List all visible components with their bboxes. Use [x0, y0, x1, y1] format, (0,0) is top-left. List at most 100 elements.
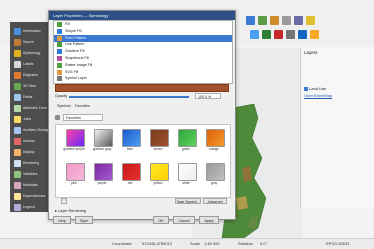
dropdown-option[interactable]: Symbol Layer	[54, 75, 232, 82]
crs-label[interactable]: EPSG:32633	[326, 241, 349, 246]
help-button[interactable]: Help	[53, 216, 71, 224]
color-ramp-label: gradient purple	[63, 147, 85, 151]
ok-button[interactable]: OK	[153, 216, 169, 224]
color-ramp-swatch[interactable]	[94, 129, 113, 147]
refresh-icon[interactable]	[250, 30, 259, 39]
color-ramp-swatch[interactable]	[66, 129, 85, 147]
option-label: Point Pattern	[65, 35, 86, 40]
select-icon[interactable]	[306, 16, 315, 25]
cancel-button[interactable]: Cancel	[173, 216, 195, 224]
sidebar-item-icon	[14, 83, 21, 90]
symbol-tabs: Symbols Favorites	[55, 103, 229, 110]
filter-row: Favorites	[55, 114, 229, 122]
sidebar-item[interactable]: Attributes Form	[14, 103, 47, 114]
sidebar-item[interactable]: Labels	[14, 59, 46, 70]
tab-favorites[interactable]: Favorites	[73, 103, 92, 109]
sidebar-item-label: Attributes Form	[23, 106, 47, 110]
sidebar-item-label: Auxiliary Storage	[23, 128, 50, 132]
layer-item-land-use[interactable]: Land Use	[304, 86, 326, 91]
option-swatch-icon	[57, 35, 62, 41]
identify-icon[interactable]	[282, 16, 291, 25]
layer-checkbox-icon[interactable]	[304, 86, 308, 91]
sidebar-item-label: Diagrams	[23, 73, 38, 77]
add-layer-icon[interactable]	[262, 30, 271, 39]
option-swatch-icon	[57, 49, 62, 55]
option-label: Fill	[65, 22, 70, 26]
color-ramp-swatch[interactable]	[150, 129, 169, 147]
print-icon[interactable]	[310, 30, 319, 39]
tab-symbols[interactable]: Symbols	[55, 103, 73, 109]
sidebar-item-icon	[14, 182, 21, 189]
sidebar-item[interactable]: Auxiliary Storage	[14, 125, 50, 136]
opacity-spinbox[interactable]: 100.0 %	[195, 93, 221, 99]
color-ramp-swatch[interactable]	[178, 163, 197, 181]
sidebar-item[interactable]: Metadata	[14, 180, 46, 191]
color-ramp-swatch[interactable]	[150, 163, 169, 181]
sidebar-item-label: Actions	[23, 139, 35, 143]
option-swatch-icon	[57, 56, 62, 61]
sidebar-item[interactable]: Diagrams	[14, 70, 46, 81]
zoom-out-icon[interactable]	[270, 16, 279, 25]
sidebar-item[interactable]: Dependencies	[14, 191, 46, 202]
color-ramp-swatch[interactable]	[122, 163, 141, 181]
option-label: Raster Image Fill	[65, 62, 93, 67]
color-ramp-swatch[interactable]	[206, 163, 225, 181]
sidebar-item[interactable]: Rendering	[14, 158, 46, 169]
coordinate-value[interactable]: 512345,4789012	[142, 241, 172, 246]
option-swatch-icon	[57, 42, 62, 48]
scale-label: Scale	[190, 241, 201, 246]
settings-icon[interactable]	[286, 30, 295, 39]
sidebar-item-icon	[14, 149, 21, 156]
coordinate-label: Coordinate	[112, 241, 132, 246]
sidebar-item-icon	[14, 171, 21, 178]
sidebar-item[interactable]: Legend	[14, 202, 46, 213]
apply-button[interactable]: Apply	[199, 216, 219, 224]
sidebar-item-label: Labels	[23, 62, 34, 66]
status-bar: Coordinate 512345,4789012 Scale 1:45 000…	[0, 238, 374, 249]
sidebar-item-icon	[14, 204, 21, 211]
measure-icon[interactable]	[294, 16, 303, 25]
sidebar-item[interactable]: Symbology	[14, 48, 46, 59]
sidebar-item-icon	[14, 116, 21, 123]
advanced-button[interactable]: Advanced	[203, 198, 227, 204]
style-button[interactable]: Style	[75, 216, 93, 224]
scale-value[interactable]: 1:45 000	[204, 241, 220, 246]
grid-settings-icon[interactable]	[61, 198, 67, 204]
symbol-layer-type-dropdown[interactable]: Fill Simple Fill Point Pattern Line Pattern…	[53, 20, 233, 84]
favorites-filter[interactable]: Favorites	[63, 114, 103, 121]
sidebar-item-icon	[14, 39, 21, 46]
sidebar-item-icon	[14, 61, 21, 68]
sidebar-item[interactable]: Source	[14, 37, 46, 48]
sidebar-item-label: Variables	[23, 172, 38, 176]
sidebar-item[interactable]: Joins	[14, 114, 46, 125]
color-ramp-swatch[interactable]	[122, 129, 141, 147]
color-ramp-swatch[interactable]	[178, 129, 197, 147]
color-ramp-label: yellow	[153, 181, 163, 185]
dialog-button-row: Help Style OK Cancel Apply	[53, 216, 231, 224]
rotation-label: Rotation	[238, 241, 253, 246]
pan-icon[interactable]	[246, 16, 255, 25]
save-symbol-button[interactable]: Save Symbol...	[175, 198, 201, 204]
sidebar-item[interactable]: Information	[14, 26, 46, 37]
sidebar-item[interactable]: 3D View	[14, 81, 46, 92]
sidebar-item[interactable]: Actions	[14, 136, 46, 147]
color-ramp-swatch[interactable]	[206, 129, 225, 147]
sidebar-item[interactable]: Fields	[14, 92, 46, 103]
opacity-label: Opacity	[55, 94, 68, 98]
sidebar-item[interactable]: Display	[14, 147, 46, 158]
fill-color-button[interactable]	[55, 84, 229, 92]
sidebar-item-icon	[14, 160, 21, 167]
option-label: SVG Fill	[65, 69, 79, 74]
option-label: Line Pattern	[65, 42, 85, 47]
zoom-in-icon[interactable]	[258, 16, 267, 25]
layer-rendering-toggle[interactable]: ▸ Layer Rendering	[55, 208, 86, 213]
color-ramp-swatch[interactable]	[94, 163, 113, 181]
save-project-icon[interactable]	[298, 30, 307, 39]
sidebar-item[interactable]: Variables	[14, 169, 46, 180]
remove-layer-icon[interactable]	[274, 30, 283, 39]
rotation-value[interactable]: 0.0 °	[260, 241, 268, 246]
layer-item-osm[interactable]: OpenStreetMap	[304, 93, 332, 98]
sidebar-item-label: Metadata	[23, 183, 38, 187]
color-ramp-swatch[interactable]	[66, 163, 85, 181]
opacity-slider[interactable]	[69, 96, 189, 98]
